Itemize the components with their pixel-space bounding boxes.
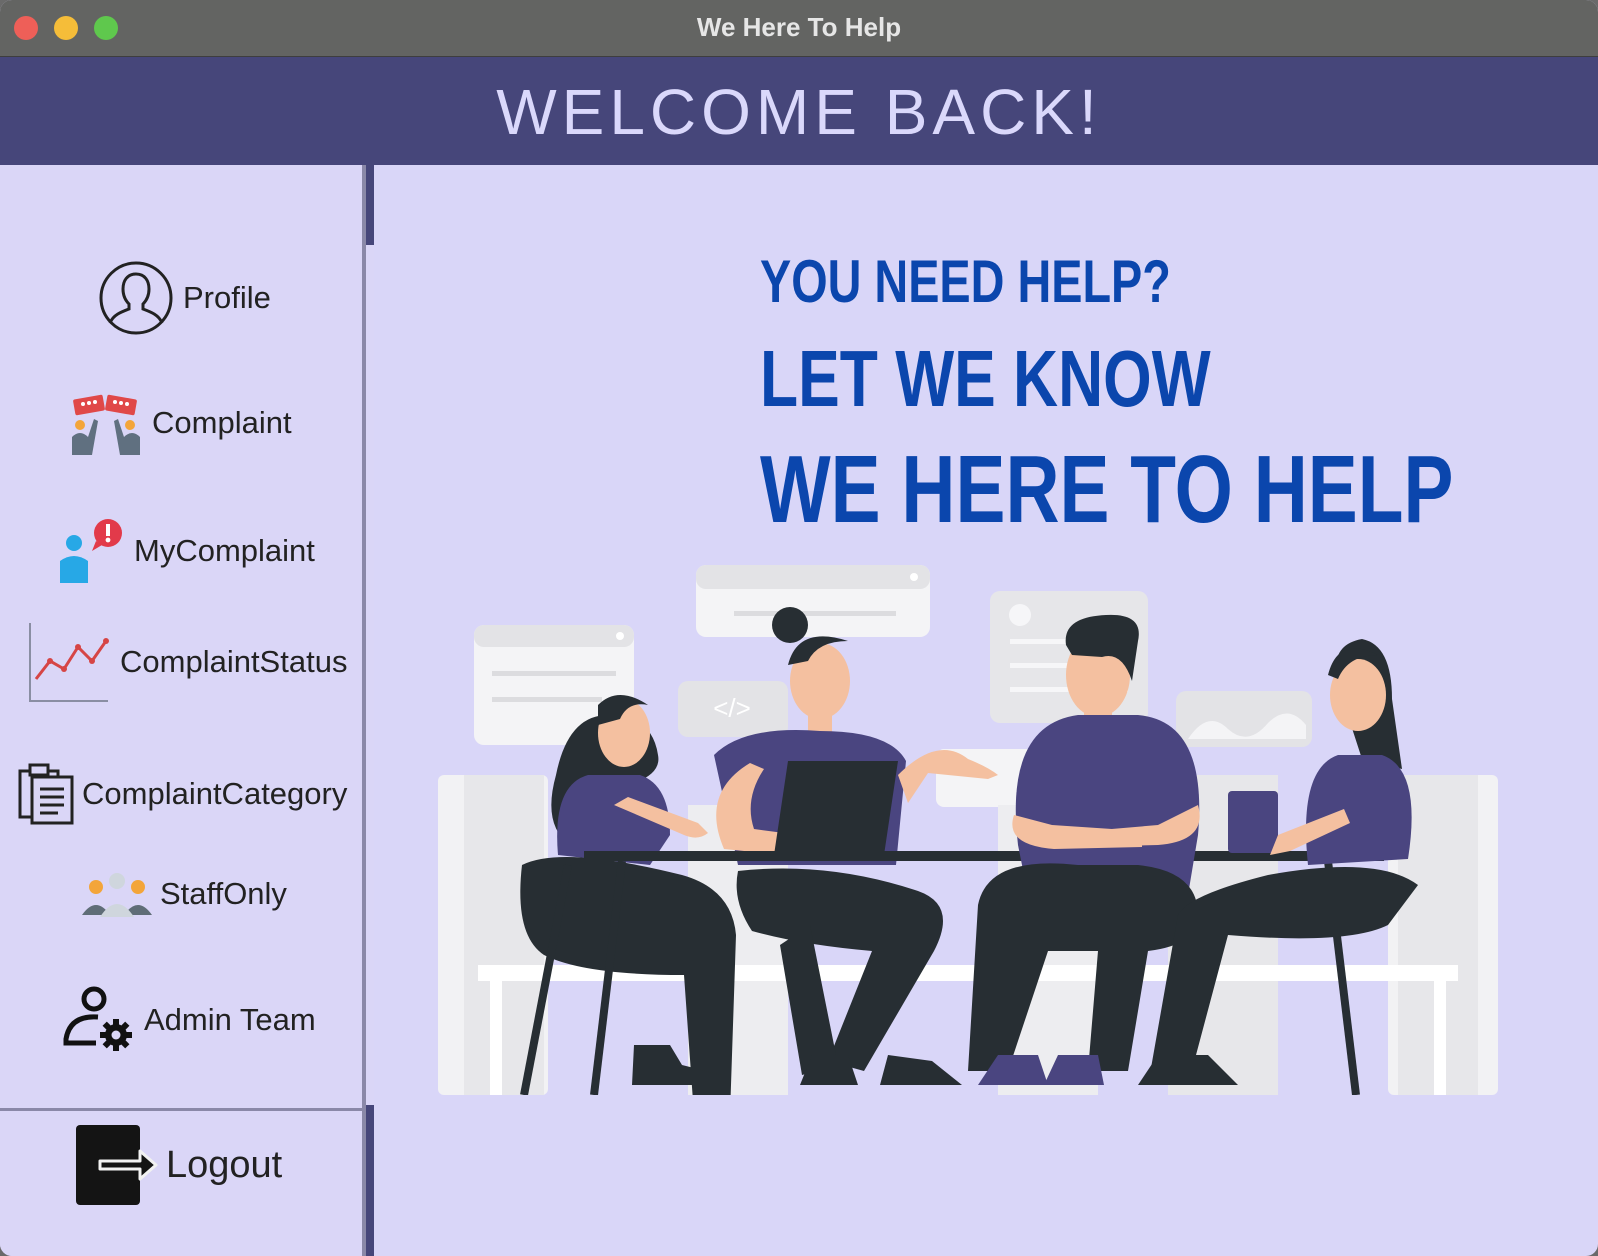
sidebar-item-label: Profile [183, 280, 271, 315]
sidebar-item-label: Admin Team [144, 1002, 316, 1037]
sidebar-item-profile[interactable]: Profile [98, 260, 271, 336]
user-settings-icon [63, 986, 132, 1051]
window-title: We Here To Help [696, 12, 902, 42]
sidebar: Profile Complaint MyComplaint ComplaintS… [0, 165, 362, 1256]
title-bar[interactable]: We Here To Help [0, 0, 1598, 57]
clipboard-list-icon [18, 763, 74, 825]
sidebar-item-complaintcategory[interactable]: ComplaintCategory [18, 763, 347, 825]
line-chart-icon [29, 623, 109, 702]
svg-text:</>: </> [713, 693, 751, 723]
sidebar-item-label: ComplaintStatus [120, 644, 348, 679]
protest-signs-icon [72, 394, 140, 455]
sidebar-item-complaint[interactable]: Complaint [70, 391, 292, 455]
logout-button[interactable]: Logout [76, 1125, 282, 1205]
sidebar-item-label: StaffOnly [160, 876, 287, 911]
slogan-line-3: WE HERE TO HELP [760, 436, 1454, 543]
sidebar-item-label: MyComplaint [134, 533, 315, 568]
sidebar-item-label: Complaint [152, 405, 292, 440]
logout-label: Logout [166, 1143, 283, 1186]
staff-group-icon [82, 873, 152, 917]
slogan-line-1: YOU NEED HELP? [760, 248, 1171, 315]
sidebar-item-complaintstatus[interactable]: ComplaintStatus [28, 621, 347, 703]
sidebar-item-mycomplaint[interactable]: MyComplaint [56, 517, 315, 585]
logout-arrow-icon [76, 1125, 158, 1205]
app-window: We Here To Help WELCOME BACK! Profile Co… [0, 0, 1598, 1256]
slogan-line-2: LET WE KNOW [760, 334, 1211, 423]
logout-separator [0, 1108, 362, 1111]
sidebar-item-admin-team[interactable]: Admin Team [62, 983, 316, 1057]
user-alert-icon [60, 519, 122, 583]
sidebar-item-staffonly[interactable]: StaffOnly [82, 871, 287, 917]
user-circle-icon [99, 261, 173, 335]
welcome-banner: WELCOME BACK! [0, 57, 1598, 165]
sidebar-item-label: ComplaintCategory [82, 776, 348, 811]
main-content: YOU NEED HELP? LET WE KNOW WE HERE TO HE… [374, 165, 1598, 1256]
team-meeting-illustration: </> [438, 565, 1498, 1095]
welcome-title: WELCOME BACK! [496, 76, 1102, 148]
